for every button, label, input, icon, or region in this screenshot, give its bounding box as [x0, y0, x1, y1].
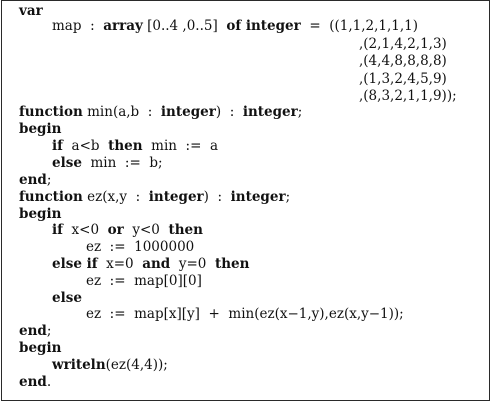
code-text: ,(8,3,2,1,1,9));: [359, 88, 457, 104]
code-text: min(a,b :: [82, 104, 161, 120]
code-text: ) :: [215, 104, 243, 120]
code-text: map :: [52, 18, 104, 34]
code-keyword: then: [168, 222, 203, 238]
code-line: end.: [19, 374, 51, 390]
code-text: min := a: [142, 138, 219, 154]
code-text: y<0: [123, 222, 169, 238]
code-line: else if x=0 and y=0 then: [52, 256, 249, 272]
code-line: begin: [19, 340, 61, 356]
code-line: else min := b;: [52, 155, 163, 171]
code-text: ;: [285, 189, 291, 205]
code-text: ,(2,1,4,2,1,3): [359, 36, 447, 52]
code-line: ez := 1000000: [86, 239, 194, 255]
code-keyword: integer: [160, 104, 216, 120]
code-keyword: or: [107, 222, 124, 238]
code-text: ez := map[0][0]: [86, 273, 202, 289]
code-keyword: if: [52, 222, 63, 238]
code-text: y=0: [170, 256, 215, 272]
code-line: function min(a,b : integer) : integer;: [19, 104, 302, 120]
code-keyword: function: [19, 104, 83, 120]
code-text: ) :: [203, 189, 231, 205]
code-keyword: end: [19, 374, 47, 390]
code-text: ;: [46, 172, 52, 188]
code-keyword: writeln: [52, 357, 106, 373]
code-line: ez := map[0][0]: [86, 273, 202, 289]
code-line: var: [19, 3, 43, 19]
code-text: ,(1,3,2,4,5,9): [359, 71, 447, 87]
code-text: ;: [297, 104, 303, 120]
code-keyword: integer: [148, 189, 204, 205]
code-text: (ez(4,4));: [105, 357, 168, 373]
code-text: .: [46, 374, 52, 390]
code-line: if a<b then min := a: [52, 138, 218, 154]
code-keyword: begin: [19, 340, 62, 356]
code-keyword: var: [19, 3, 43, 19]
code-keyword: if: [52, 138, 63, 154]
code-keyword: integer: [230, 189, 286, 205]
code-line: else: [52, 290, 82, 306]
code-keyword: then: [108, 138, 143, 154]
code-text: a<b: [62, 138, 109, 154]
code-line: end;: [19, 172, 51, 188]
code-text: ez := map[x][y] + min(ez(x−1,y),ez(x,y−1…: [86, 306, 404, 322]
code-text: ;: [46, 323, 52, 339]
code-keyword: end: [19, 323, 47, 339]
code-keyword: else if: [52, 256, 98, 272]
code-text: x<0: [62, 222, 108, 238]
code-text: ,(4,4,8,8,8,8): [359, 53, 447, 69]
code-line: ,(4,4,8,8,8,8): [359, 53, 447, 69]
code-keyword: then: [214, 256, 250, 272]
code-line: begin: [19, 206, 61, 222]
code-text: x=0: [97, 256, 143, 272]
code-text: = ((1,1,2,1,1,1): [300, 18, 419, 34]
code-line: function ez(x,y : integer) : integer;: [19, 189, 290, 205]
code-keyword: begin: [19, 121, 62, 137]
code-keyword: else: [52, 290, 82, 306]
code-line: ,(2,1,4,2,1,3): [359, 36, 447, 52]
code-line: ,(1,3,2,4,5,9): [359, 71, 447, 87]
code-text: [0..4 ,0..5]: [142, 18, 227, 34]
code-text: min := b;: [81, 155, 163, 171]
code-keyword: of integer: [226, 18, 301, 34]
code-listing-frame: var map : array [0..4 ,0..5] of integer =…: [1, 0, 490, 401]
code-keyword: end: [19, 172, 47, 188]
code-line: if x<0 or y<0 then: [52, 222, 203, 238]
code-text: ez(x,y :: [82, 189, 149, 205]
code-line: map : array [0..4 ,0..5] of integer = ((…: [52, 18, 418, 34]
code-line: ez := map[x][y] + min(ez(x−1,y),ez(x,y−1…: [86, 306, 404, 322]
code-line: writeln(ez(4,4));: [52, 357, 168, 373]
code-line: begin: [19, 121, 61, 137]
code-keyword: array: [103, 18, 143, 34]
code-text: ez := 1000000: [86, 239, 195, 255]
code-line: ,(8,3,2,1,1,9));: [359, 88, 457, 104]
code-keyword: and: [142, 256, 171, 272]
code-keyword: else: [52, 155, 82, 171]
code-keyword: integer: [242, 104, 298, 120]
code-line: end;: [19, 323, 51, 339]
code-keyword: function: [19, 189, 83, 205]
code-keyword: begin: [19, 206, 62, 222]
